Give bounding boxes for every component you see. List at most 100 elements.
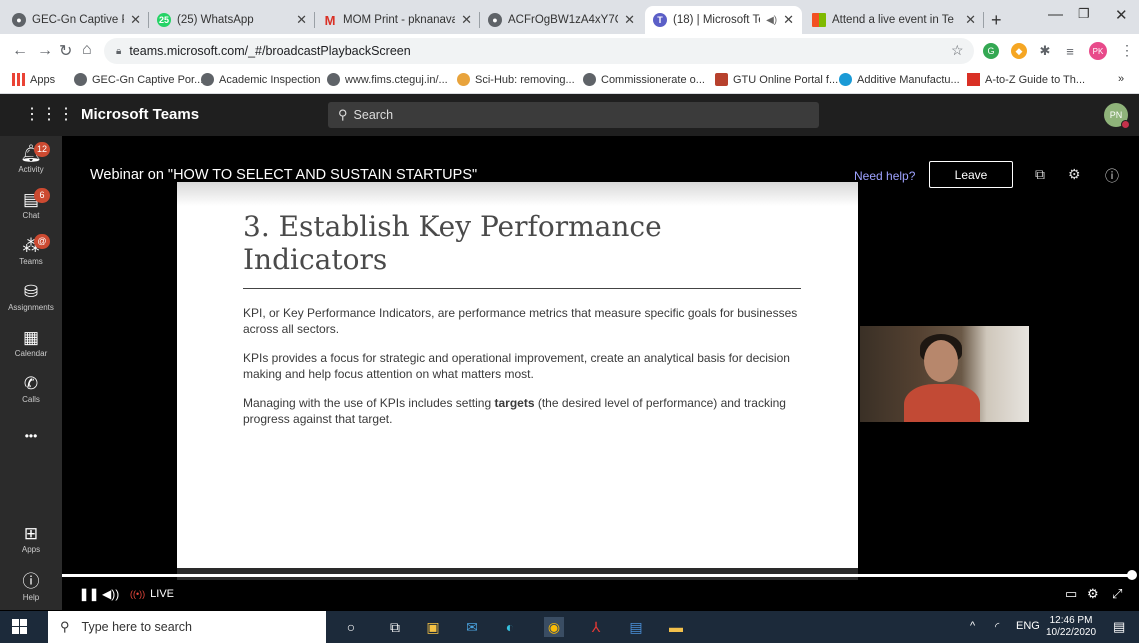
- tab-title: ACFrOgBW1zA4xY7OtE: [508, 14, 618, 26]
- close-icon[interactable]: ✕: [965, 12, 976, 28]
- restore-button[interactable]: ❐: [1078, 6, 1090, 22]
- globe-icon: ●: [488, 13, 502, 27]
- bookmark-item[interactable]: GTU Online Portal f...: [715, 73, 838, 86]
- globe-icon: ●: [12, 13, 26, 27]
- bookmark-item[interactable]: Academic Inspection: [201, 73, 321, 86]
- browser-tab-active[interactable]: T (18) | Microsoft Tea ◀) ✕: [645, 6, 802, 34]
- media-queue-icon[interactable]: ≡: [1062, 43, 1078, 59]
- presenter-video: [860, 326, 1029, 422]
- rail-item-calls[interactable]: ✆ Calls: [0, 370, 62, 416]
- status-dot: [1121, 120, 1130, 129]
- rail-item-chat[interactable]: ▤ Chat 6: [0, 186, 62, 232]
- close-icon[interactable]: ✕: [461, 12, 472, 28]
- leave-button[interactable]: Leave: [929, 161, 1013, 188]
- presentation-slide: 3. Establish Key Performance Indicators …: [177, 182, 858, 568]
- new-tab-button[interactable]: +: [991, 10, 1002, 31]
- bookmark-item[interactable]: GEC-Gn Captive Por...: [74, 73, 203, 86]
- bookmark-item[interactable]: Sci-Hub: removing...: [457, 73, 575, 86]
- microsoft-icon: [812, 13, 826, 27]
- cortana-icon[interactable]: ○: [341, 617, 361, 637]
- teams-icon: ⁂: [22, 236, 40, 255]
- pause-button[interactable]: ❚❚: [79, 587, 99, 601]
- tab-title: MOM Print - pknanavat: [343, 14, 456, 26]
- close-icon[interactable]: ✕: [783, 12, 794, 28]
- fullscreen-icon[interactable]: ⤢: [1112, 586, 1122, 602]
- user-avatar[interactable]: PN: [1104, 103, 1130, 129]
- browser-tab-strip: ● GEC-Gn Captive Portal ✕ 25 (25) WhatsA…: [0, 0, 1139, 34]
- file-explorer-icon[interactable]: ▬: [666, 617, 686, 637]
- need-help-link[interactable]: Need help?: [854, 169, 915, 183]
- grammarly-extension-icon[interactable]: G: [983, 43, 999, 59]
- rail-item-activity[interactable]: 🔔︎ Activity 12: [0, 140, 62, 186]
- q-and-a-icon[interactable]: ⧉: [1035, 166, 1045, 183]
- search-icon: ⚲: [60, 619, 70, 634]
- browser-tab[interactable]: 25 (25) WhatsApp ✕: [149, 6, 315, 34]
- search-input[interactable]: ⚲ Search: [328, 102, 819, 128]
- volume-icon[interactable]: ◀)): [102, 587, 119, 601]
- rail-item-apps[interactable]: ⊞ Apps: [0, 520, 62, 566]
- bookmark-item[interactable]: Commissionerate o...: [583, 73, 705, 86]
- bell-icon: 🔔︎: [20, 144, 42, 163]
- menu-icon[interactable]: ⋮: [1120, 42, 1134, 59]
- rail-item-teams[interactable]: ⁂ Teams @: [0, 232, 62, 278]
- rail-item-assignments[interactable]: ⛁ Assignments: [0, 278, 62, 324]
- playback-progress-bar[interactable]: [62, 574, 1132, 577]
- minimize-button[interactable]: —: [1048, 6, 1063, 23]
- windows-start-icon[interactable]: [12, 619, 28, 635]
- rail-item-calendar[interactable]: ▦ Calendar: [0, 324, 62, 370]
- browser-tab[interactable]: M MOM Print - pknanavat ✕: [315, 6, 480, 34]
- app-rail: 🔔︎ Activity 12 ▤ Chat 6 ⁂ Teams @ ⛁ Assi…: [0, 136, 62, 610]
- home-button[interactable]: ⌂: [82, 41, 92, 59]
- edge-icon[interactable]: ◐: [500, 617, 520, 637]
- browser-tab[interactable]: Attend a live event in Te ✕: [804, 6, 984, 34]
- rail-item-help[interactable]: ⓘ Help: [0, 568, 62, 614]
- settings-icon[interactable]: ⚙: [1068, 166, 1081, 183]
- bookmark-item[interactable]: www.fims.cteguj.in/...: [327, 73, 448, 86]
- tray-chevron-icon[interactable]: ^: [970, 620, 975, 632]
- acrobat-icon[interactable]: ⅄: [586, 617, 606, 637]
- whatsapp-icon: 25: [157, 13, 171, 27]
- live-dot-icon: ((•)): [130, 589, 146, 599]
- live-indicator[interactable]: ((•)) LIVE: [130, 588, 174, 600]
- close-icon[interactable]: ✕: [624, 12, 635, 28]
- mail-icon[interactable]: ✉: [462, 617, 482, 637]
- slide-paragraph: KPI, or Key Performance Indicators, are …: [243, 306, 798, 336]
- settings-icon[interactable]: ⚙: [1087, 586, 1099, 602]
- profile-avatar[interactable]: PK: [1089, 42, 1107, 60]
- calendar-icon: ▦: [22, 328, 40, 347]
- browser-tab[interactable]: ● ACFrOgBW1zA4xY7OtE ✕: [480, 6, 643, 34]
- slide-divider: [243, 288, 801, 289]
- word-icon[interactable]: ▤: [626, 617, 646, 637]
- taskbar-search-input[interactable]: ⚲ Type here to search: [48, 611, 326, 643]
- wifi-icon[interactable]: ◜: [995, 620, 999, 633]
- notifications-icon[interactable]: ▤: [1113, 619, 1125, 635]
- close-icon[interactable]: ✕: [130, 12, 141, 28]
- address-bar[interactable]: 🔒︎ teams.microsoft.com/_#/broadcastPlayb…: [104, 38, 974, 64]
- url-text: teams.microsoft.com/_#/broadcastPlayback…: [129, 44, 411, 58]
- app-launcher-icon[interactable]: ⋮⋮⋮: [24, 104, 75, 124]
- slide-title: 3. Establish Key Performance Indicators: [243, 210, 662, 276]
- bookmark-item[interactable]: Additive Manufactu...: [839, 73, 960, 86]
- star-icon[interactable]: ☆: [951, 42, 964, 59]
- system-clock[interactable]: 12:46 PM 10/22/2020: [1046, 615, 1096, 639]
- bookmark-item[interactable]: A-to-Z Guide to Th...: [967, 73, 1085, 86]
- captions-icon[interactable]: ▭: [1065, 586, 1077, 602]
- puzzle-icon[interactable]: ✱: [1037, 43, 1053, 59]
- playback-scrubber[interactable]: [1127, 570, 1137, 580]
- close-icon[interactable]: ✕: [296, 12, 307, 28]
- more-apps-button[interactable]: •••: [0, 422, 62, 446]
- extension-icon[interactable]: ◆: [1011, 43, 1027, 59]
- browser-tab[interactable]: ● GEC-Gn Captive Portal ✕: [4, 6, 149, 34]
- task-view-icon[interactable]: ⧉: [385, 617, 405, 637]
- language-indicator[interactable]: ENG: [1016, 620, 1040, 632]
- reload-button[interactable]: ↻: [59, 41, 72, 61]
- chrome-icon[interactable]: ◉: [544, 617, 564, 637]
- store-icon[interactable]: ▣: [423, 617, 443, 637]
- info-icon[interactable]: ⓘ: [1105, 166, 1119, 186]
- forward-button[interactable]: →: [37, 42, 53, 60]
- speaker-icon[interactable]: ◀): [766, 15, 777, 26]
- close-window-button[interactable]: ✕: [1115, 6, 1128, 24]
- bookmark-apps[interactable]: Apps: [12, 73, 55, 86]
- back-button[interactable]: ←: [12, 42, 28, 60]
- bookmarks-overflow-button[interactable]: »: [1118, 73, 1124, 85]
